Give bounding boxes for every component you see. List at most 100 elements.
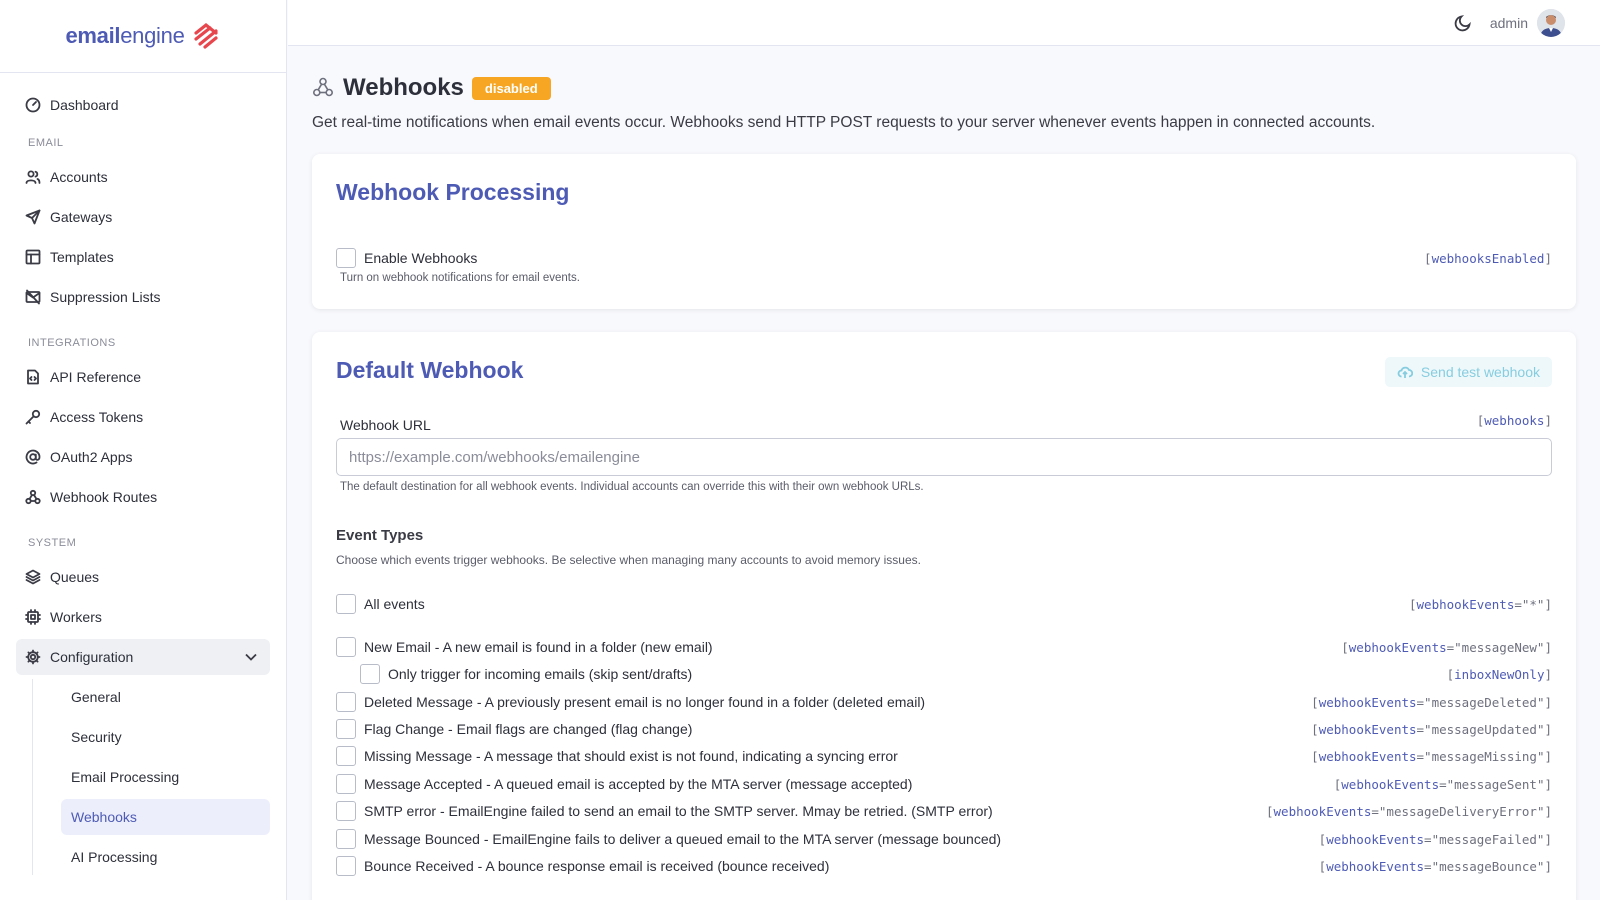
event-types-description: Choose which events trigger webhooks. Be… bbox=[336, 553, 921, 567]
event-type-checkbox[interactable] bbox=[360, 664, 380, 684]
event-types-title: Event Types bbox=[336, 527, 424, 544]
sidebar-item-label: Accounts bbox=[50, 169, 108, 185]
key-icon bbox=[25, 409, 41, 425]
emailengine-logo-icon bbox=[193, 22, 218, 49]
event-type-row: Deleted Message - A previously present e… bbox=[336, 691, 1552, 713]
send-test-webhook-label: Send test webhook bbox=[1420, 364, 1540, 380]
sidebar-item-label: API Reference bbox=[50, 369, 142, 385]
sidebar-item-oauth2-apps[interactable]: OAuth2 Apps bbox=[16, 439, 270, 475]
webhook-processing-card: Webhook Processing Enable Webhooks [webh… bbox=[312, 154, 1576, 309]
sidebar-item-label: Gateways bbox=[50, 209, 113, 225]
cpu-icon bbox=[25, 609, 41, 625]
sidebar-item-accounts[interactable]: Accounts bbox=[16, 159, 270, 195]
config-key: [webhookEvents="messageDeleted"] bbox=[1311, 694, 1552, 710]
webhook-url-label: Webhook URL bbox=[340, 417, 431, 433]
send-test-webhook-button[interactable]: Send test webhook bbox=[1384, 357, 1552, 387]
config-key: [webhookEvents="messageDeliveryError"] bbox=[1266, 803, 1552, 819]
event-type-label[interactable]: Missing Message - A message that should … bbox=[364, 748, 898, 764]
event-type-row: Bounce Received - A bounce response emai… bbox=[336, 855, 1552, 877]
sidebar-subitem-webhooks[interactable]: Webhooks bbox=[61, 799, 270, 835]
gear-icon bbox=[25, 649, 41, 665]
config-key: [webhooks] bbox=[1476, 413, 1552, 428]
event-type-label[interactable]: Only trigger for incoming emails (skip s… bbox=[388, 666, 692, 682]
config-key: [webhookEvents="messageFailed"] bbox=[1318, 831, 1552, 847]
send-icon bbox=[25, 209, 41, 225]
sidebar-subitem-general[interactable]: General bbox=[61, 679, 270, 715]
sidebar-item-label: Templates bbox=[50, 249, 114, 265]
page-description: Get real-time notifications when email e… bbox=[312, 114, 1376, 131]
sidebar-subitem-email-processing[interactable]: Email Processing bbox=[61, 759, 270, 795]
event-type-row: Message Accepted - A queued email is acc… bbox=[336, 773, 1552, 795]
at-sign-icon bbox=[25, 449, 41, 465]
sidebar-item-configuration[interactable]: Configuration bbox=[16, 639, 270, 675]
chevron-down-icon bbox=[244, 650, 258, 667]
page-title: Webhooks bbox=[343, 74, 464, 101]
event-type-checkbox[interactable] bbox=[336, 692, 356, 712]
event-type-checkbox[interactable] bbox=[336, 594, 356, 614]
sidebar-item-gateways[interactable]: Gateways bbox=[16, 199, 270, 235]
dashboard-icon bbox=[25, 97, 41, 113]
config-key: [webhookEvents="messageMissing"] bbox=[1311, 748, 1552, 764]
event-type-row: Flag Change - Email flags are changed (f… bbox=[336, 718, 1552, 740]
sidebar-item-label: Access Tokens bbox=[50, 409, 144, 425]
main-content: Webhooks disabled Get real-time notifica… bbox=[288, 46, 1600, 900]
event-type-checkbox[interactable] bbox=[336, 746, 356, 766]
sidebar-item-access-tokens[interactable]: Access Tokens bbox=[16, 399, 270, 435]
event-type-checkbox[interactable] bbox=[336, 829, 356, 849]
event-type-row: Missing Message - A message that should … bbox=[336, 745, 1552, 767]
sidebar-item-label: Suppression Lists bbox=[50, 289, 161, 305]
sidebar-item-label: Workers bbox=[50, 609, 102, 625]
sidebar-item-workers[interactable]: Workers bbox=[16, 599, 270, 635]
event-type-label[interactable]: Deleted Message - A previously present e… bbox=[364, 694, 925, 710]
users-icon bbox=[25, 169, 41, 185]
event-type-label[interactable]: Bounce Received - A bounce response emai… bbox=[364, 858, 829, 874]
config-key: [webhookEvents="*"] bbox=[1408, 596, 1552, 612]
sidebar-item-dashboard[interactable]: Dashboard bbox=[16, 87, 270, 123]
webhook-url-input[interactable] bbox=[336, 438, 1552, 476]
user-name[interactable]: admin bbox=[1490, 15, 1528, 31]
sidebar-item-label: Configuration bbox=[50, 649, 134, 665]
default-webhook-card: Default Webhook Send test webhook Webhoo… bbox=[312, 332, 1576, 900]
event-type-row: All events [webhookEvents="*"] bbox=[336, 593, 1552, 615]
file-code-icon bbox=[25, 369, 41, 385]
nav-heading-integrations: INTEGRATIONS bbox=[28, 337, 116, 349]
event-type-checkbox[interactable] bbox=[336, 774, 356, 794]
config-key: [webhookEvents="messageSent"] bbox=[1333, 776, 1552, 792]
event-type-checkbox[interactable] bbox=[336, 856, 356, 876]
brand[interactable]: emailengine bbox=[0, 0, 286, 73]
enable-webhooks-help: Turn on webhook notifications for email … bbox=[340, 272, 580, 284]
nav-heading-system: SYSTEM bbox=[28, 537, 77, 549]
sidebar-subitem-ai-processing[interactable]: AI Processing bbox=[61, 839, 270, 875]
event-type-row: Message Bounced - EmailEngine fails to d… bbox=[336, 828, 1552, 850]
event-type-row: Only trigger for incoming emails (skip s… bbox=[360, 663, 1552, 685]
event-type-label[interactable]: SMTP error - EmailEngine failed to send … bbox=[364, 803, 993, 819]
sidebar-subitem-security[interactable]: Security bbox=[61, 719, 270, 755]
event-type-label[interactable]: Flag Change - Email flags are changed (f… bbox=[364, 721, 692, 737]
config-key: [webhooksEnabled] bbox=[1424, 250, 1552, 266]
sidebar-item-label: OAuth2 Apps bbox=[50, 449, 133, 465]
nav-heading-email: EMAIL bbox=[28, 137, 64, 149]
event-type-label[interactable]: Message Bounced - EmailEngine fails to d… bbox=[364, 831, 1001, 847]
enable-webhooks-label[interactable]: Enable Webhooks bbox=[364, 250, 477, 266]
card-title: Default Webhook bbox=[336, 357, 524, 383]
event-type-label[interactable]: All events bbox=[364, 596, 425, 612]
webhook-url-help: The default destination for all webhook … bbox=[340, 481, 924, 493]
enable-webhooks-checkbox[interactable] bbox=[336, 248, 356, 268]
sidebar-item-templates[interactable]: Templates bbox=[16, 239, 270, 275]
template-icon bbox=[25, 249, 41, 265]
event-type-checkbox[interactable] bbox=[336, 801, 356, 821]
sidebar-item-api-reference[interactable]: API Reference bbox=[16, 359, 270, 395]
sidebar-item-suppression-lists[interactable]: Suppression Lists bbox=[16, 279, 270, 315]
moon-icon[interactable] bbox=[1454, 14, 1472, 32]
avatar[interactable] bbox=[1537, 9, 1565, 37]
event-type-row: SMTP error - EmailEngine failed to send … bbox=[336, 800, 1552, 822]
event-type-label[interactable]: New Email - A new email is found in a fo… bbox=[364, 639, 713, 655]
event-type-checkbox[interactable] bbox=[336, 637, 356, 657]
event-type-checkbox[interactable] bbox=[336, 719, 356, 739]
event-type-label[interactable]: Message Accepted - A queued email is acc… bbox=[364, 776, 912, 792]
sidebar-item-label: Dashboard bbox=[50, 97, 119, 113]
cloud-upload-icon bbox=[1397, 366, 1413, 378]
mail-off-icon bbox=[25, 289, 41, 305]
sidebar-item-queues[interactable]: Queues bbox=[16, 559, 270, 595]
sidebar-item-webhook-routes[interactable]: Webhook Routes bbox=[16, 479, 270, 515]
